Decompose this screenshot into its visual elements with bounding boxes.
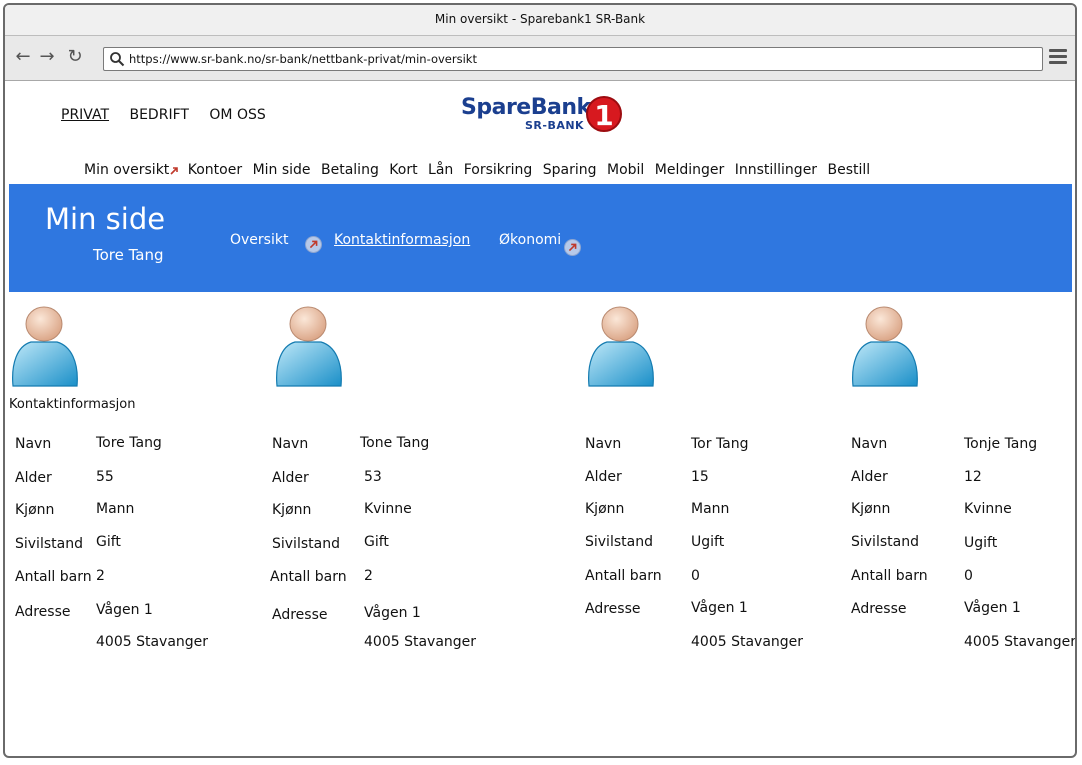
link-arrow-icon [170, 167, 179, 175]
link-arrow-icon [305, 236, 322, 253]
value-name: Tor Tang [691, 436, 749, 452]
value-marital: Gift [364, 534, 389, 550]
label-gender: Kjønn [585, 501, 625, 517]
value-gender: Kvinne [364, 501, 412, 517]
reload-icon[interactable]: ↻ [65, 46, 85, 68]
label-children: Antall barn [270, 569, 347, 585]
nav-meldinger[interactable]: Meldinger [655, 162, 725, 178]
label-marital: Sivilstand [15, 536, 83, 552]
label-gender: Kjønn [15, 502, 55, 518]
sparebank-logo[interactable]: SpareBank SR-BANK 1 [461, 95, 626, 137]
label-age: Alder [585, 469, 622, 485]
topnav-privat[interactable]: PRIVAT [61, 107, 109, 123]
value-marital: Ugift [691, 534, 725, 550]
label-marital: Sivilstand [851, 534, 919, 550]
value-name: Tone Tang [360, 435, 430, 451]
value-age: 12 [964, 469, 982, 485]
search-icon [110, 52, 125, 67]
value-marital: Gift [96, 534, 121, 550]
nav-min-oversikt[interactable]: Min oversikt [84, 162, 169, 178]
label-age: Alder [851, 469, 888, 485]
value-gender: Mann [96, 501, 135, 517]
label-children: Antall barn [15, 569, 92, 585]
label-address: Adresse [272, 607, 328, 623]
nav-forsikring[interactable]: Forsikring [464, 162, 533, 178]
label-children: Antall barn [851, 568, 928, 584]
page-content: PRIVAT BEDRIFT OM OSS SpareBank SR-BANK … [5, 81, 1075, 756]
browser-window: Min oversikt - Sparebank1 SR-Bank ← → ↻ … [3, 3, 1077, 758]
label-age: Alder [272, 470, 309, 486]
label-gender: Kjønn [851, 501, 891, 517]
value-age: 55 [96, 469, 114, 485]
label-address: Adresse [15, 604, 71, 620]
page-banner: Min side Tore Tang Oversikt Kontaktinfor… [9, 184, 1072, 292]
nav-mobil[interactable]: Mobil [607, 162, 644, 178]
window-title: Min oversikt - Sparebank1 SR-Bank [5, 5, 1075, 36]
value-children: 2 [96, 568, 105, 584]
label-marital: Sivilstand [585, 534, 653, 550]
browser-toolbar: ← → ↻ https://www.sr-bank.no/sr-bank/net… [5, 36, 1075, 81]
label-children: Antall barn [585, 568, 662, 584]
logo-subtext: SR-BANK [525, 119, 585, 132]
value-marital: Ugift [964, 535, 998, 551]
nav-sparing[interactable]: Sparing [543, 162, 597, 178]
value-age: 15 [691, 469, 709, 485]
nav-lan[interactable]: Lån [428, 162, 453, 178]
nav-betaling[interactable]: Betaling [321, 162, 379, 178]
label-gender: Kjønn [272, 502, 312, 518]
back-arrow-icon[interactable]: ← [13, 46, 33, 68]
url-text: https://www.sr-bank.no/sr-bank/nettbank-… [129, 52, 477, 66]
value-age: 53 [364, 469, 382, 485]
nav-bestill[interactable]: Bestill [828, 162, 871, 178]
nav-innstillinger[interactable]: Innstillinger [735, 162, 817, 178]
label-name: Navn [585, 436, 622, 452]
link-arrow-icon [564, 239, 581, 256]
label-marital: Sivilstand [272, 536, 340, 552]
tab-okonomi[interactable]: Økonomi [499, 232, 561, 248]
user-name: Tore Tang [93, 246, 164, 264]
section-heading: Kontaktinformasjon [9, 397, 136, 412]
logo-number: 1 [586, 96, 622, 132]
person-avatar-icon [852, 306, 918, 387]
value-children: 2 [364, 568, 373, 584]
person-avatar-icon [276, 306, 342, 387]
logo-text: SpareBank [461, 95, 591, 120]
nav-kontoer[interactable]: Kontoer [188, 162, 242, 178]
main-navigation: Min oversikt Kontoer Min side Betaling K… [84, 162, 876, 178]
nav-min-side[interactable]: Min side [253, 162, 311, 178]
person-avatar-icon [12, 306, 78, 387]
value-name: Tonje Tang [964, 436, 1038, 452]
value-city: 4005 Stavanger [964, 634, 1077, 650]
address-bar[interactable]: https://www.sr-bank.no/sr-bank/nettbank-… [103, 47, 1043, 71]
value-street: Vågen 1 [964, 600, 1021, 616]
value-gender: Mann [691, 501, 730, 517]
value-children: 0 [691, 568, 700, 584]
label-address: Adresse [851, 601, 907, 617]
value-city: 4005 Stavanger [96, 634, 209, 650]
page-title: Min side [45, 202, 166, 236]
hamburger-menu-icon[interactable] [1049, 49, 1067, 67]
value-city: 4005 Stavanger [364, 634, 477, 650]
top-navigation: PRIVAT BEDRIFT OM OSS [61, 107, 282, 123]
label-name: Navn [15, 436, 52, 452]
person-avatar-icon [588, 306, 654, 387]
tab-oversikt[interactable]: Oversikt [230, 232, 288, 248]
value-street: Vågen 1 [364, 605, 421, 621]
value-city: 4005 Stavanger [691, 634, 804, 650]
topnav-om-oss[interactable]: OM OSS [209, 107, 265, 123]
label-name: Navn [851, 436, 888, 452]
value-street: Vågen 1 [96, 602, 153, 618]
tab-kontaktinformasjon[interactable]: Kontaktinformasjon [334, 232, 470, 248]
nav-kort[interactable]: Kort [389, 162, 417, 178]
label-address: Adresse [585, 601, 641, 617]
value-children: 0 [964, 568, 973, 584]
label-name: Navn [272, 436, 309, 452]
forward-arrow-icon[interactable]: → [37, 46, 57, 68]
label-age: Alder [15, 470, 52, 486]
value-gender: Kvinne [964, 501, 1012, 517]
value-street: Vågen 1 [691, 600, 748, 616]
value-name: Tore Tang [96, 435, 162, 451]
topnav-bedrift[interactable]: BEDRIFT [129, 107, 188, 123]
